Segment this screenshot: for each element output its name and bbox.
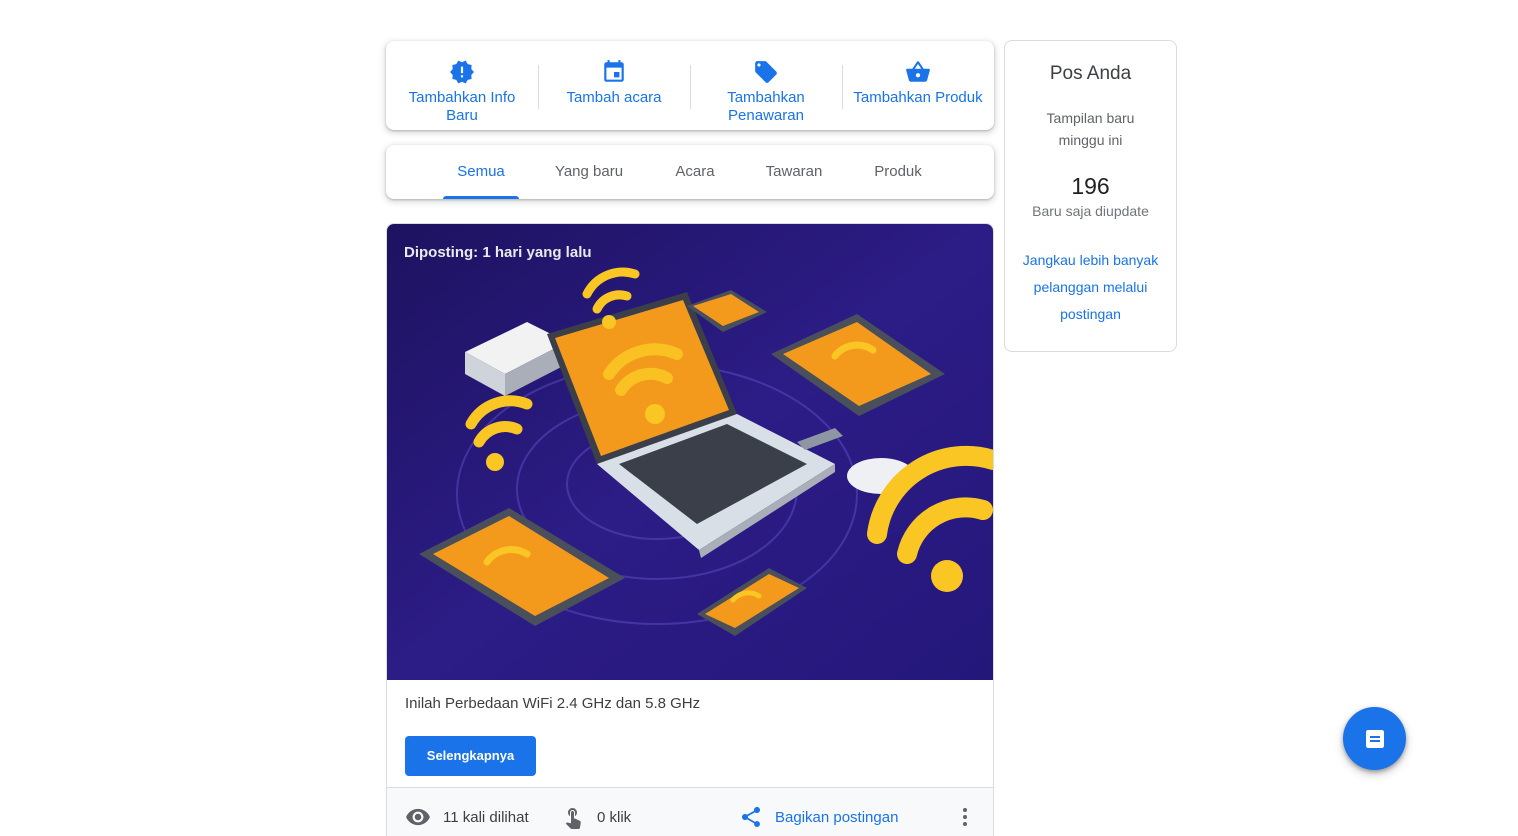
- posts-summary-card: Pos Anda Tampilan baru minggu ini 196 Ba…: [1004, 40, 1177, 352]
- add-offer-button[interactable]: Tambahkan Penawaran: [690, 41, 842, 125]
- feedback-icon: [1365, 729, 1384, 748]
- views-count: 11 kali dilihat: [443, 808, 529, 826]
- tab-all[interactable]: Semua: [443, 145, 519, 199]
- add-product-label: Tambahkan Produk: [853, 89, 983, 106]
- post-footer: 11 kali dilihat 0 klik Bagikan postingan: [387, 787, 993, 836]
- read-more-button[interactable]: Selengkapnya: [405, 736, 536, 776]
- alert-badge-icon: [450, 60, 474, 84]
- summary-title: Pos Anda: [1049, 63, 1132, 84]
- views-stat: 11 kali dilihat: [405, 804, 529, 830]
- tab-offers[interactable]: Tawaran: [756, 145, 832, 199]
- tab-products[interactable]: Produk: [862, 145, 934, 199]
- add-update-label: Tambahkan Info Baru: [408, 89, 516, 124]
- post-image: [387, 224, 993, 680]
- clicks-stat: 0 klik: [561, 804, 631, 830]
- add-update-button[interactable]: Tambahkan Info Baru: [386, 41, 538, 125]
- share-icon: [742, 807, 760, 827]
- share-post-button[interactable]: Bagikan postingan: [739, 804, 898, 830]
- post-title: Inilah Perbedaan WiFi 2.4 GHz dan 5.8 GH…: [405, 695, 701, 712]
- more-options-button[interactable]: [953, 804, 977, 835]
- touch-icon: [565, 808, 581, 829]
- eye-icon: [406, 808, 430, 826]
- create-post-actions: Tambahkan Info Baru Tambah acara Tambahk…: [386, 41, 994, 130]
- reach-customers-link[interactable]: Jangkau lebih banyak pelanggan melalui p…: [1016, 247, 1166, 328]
- post-card: Diposting: 1 hari yang lalu Inilah Perbe…: [386, 223, 994, 836]
- add-product-button[interactable]: Tambahkan Produk: [842, 41, 994, 109]
- add-event-label: Tambah acara: [566, 89, 662, 106]
- add-event-button[interactable]: Tambah acara: [538, 41, 690, 109]
- add-offer-label: Tambahkan Penawaran: [727, 89, 805, 124]
- share-post-label: Bagikan postingan: [775, 808, 899, 826]
- post-filter-tabs: Semua Yang baru Acara Tawaran Produk: [386, 145, 994, 199]
- tab-new[interactable]: Yang baru: [544, 145, 634, 199]
- tag-icon: [755, 61, 777, 83]
- posted-time: Diposting: 1 hari yang lalu: [404, 244, 592, 261]
- more-vert-icon: [963, 808, 967, 826]
- updated-status: Baru saja diupdate: [1032, 203, 1149, 219]
- basket-icon: [906, 61, 930, 82]
- calendar-icon: [604, 60, 624, 82]
- clicks-count: 0 klik: [597, 808, 632, 826]
- tab-events[interactable]: Acara: [664, 145, 726, 199]
- feedback-fab[interactable]: [1343, 707, 1406, 770]
- views-total: 196: [1071, 173, 1110, 199]
- summary-subtitle: Tampilan baru minggu ini: [1046, 110, 1135, 148]
